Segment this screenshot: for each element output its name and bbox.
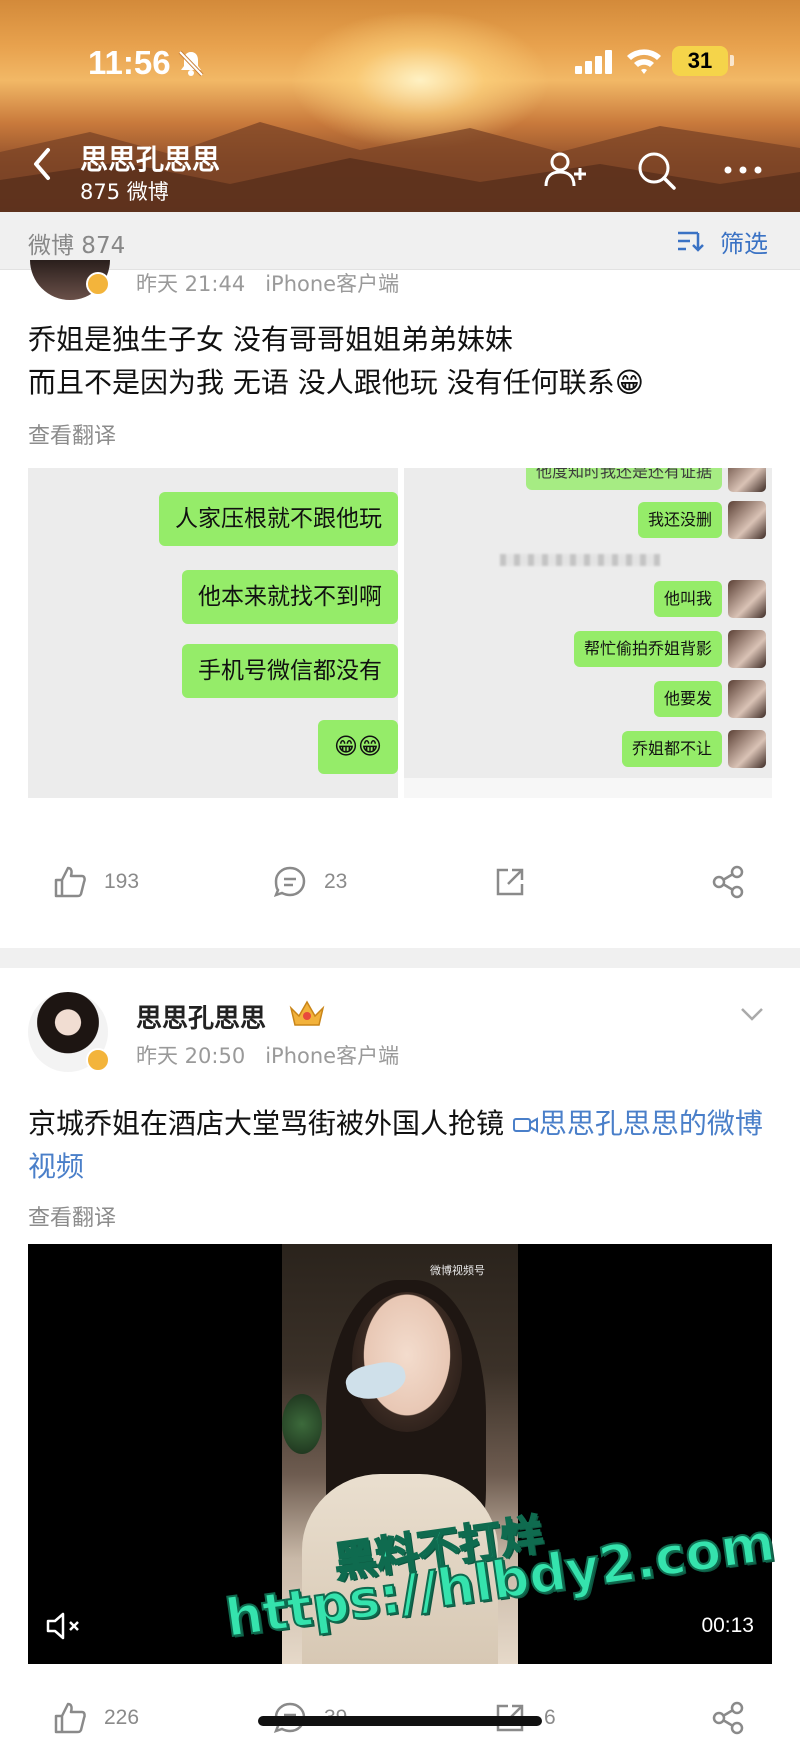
chat-bubble: 他度知时我还是还有证据 [525, 468, 722, 490]
comment-count: 23 [324, 870, 348, 893]
post-meta: 昨天 20:50 iPhone客户端 [136, 1044, 400, 1068]
weibo-post: 昨天 21:44 iPhone客户端 乔姐是独生子女 没有哥哥姐姐弟弟妹妹 而且… [0, 260, 800, 948]
chat-bubble: 😁😁 [318, 720, 398, 774]
video-duration: 00:13 [701, 1614, 754, 1637]
thumbs-up-icon [54, 866, 86, 898]
post-text: 京城乔姐在酒店大堂骂街被外国人抢镜 思思孔思思的微博视频 [28, 1102, 778, 1188]
battery-indicator: 31 [672, 46, 728, 76]
chat-avatar [728, 630, 766, 668]
like-button[interactable]: 193 [52, 854, 139, 910]
post-count: 875 微博 [80, 180, 169, 204]
wifi-icon [627, 49, 661, 74]
chat-bubble: 乔姐都不让 [621, 731, 722, 767]
thumbs-up-icon [54, 1702, 86, 1734]
profile-header: 11:56 31 思思孔思思 875 微博 [0, 0, 800, 212]
crown-badge-icon [289, 1000, 325, 1026]
mute-icon[interactable] [44, 1610, 84, 1642]
chat-bubble: 他要发 [653, 681, 722, 717]
chat-bubble: 手机号微信都没有 [182, 644, 398, 698]
verified-badge-icon [86, 272, 110, 296]
blurred-text [500, 554, 660, 566]
comment-icon [273, 866, 306, 898]
chat-avatar [728, 501, 766, 539]
post-text-line-1: 乔姐是独生子女 没有哥哥姐姐弟弟妹妹 [28, 323, 513, 356]
weibo-count-label: 微博 874 [28, 233, 126, 259]
chat-screenshot-left[interactable]: 人家压根就不跟他玩 他本来就找不到啊 手机号微信都没有 😁😁 [28, 468, 398, 798]
chat-bubble: 人家压根就不跟他玩 [159, 492, 398, 546]
repost-count: 6 [544, 1706, 556, 1729]
home-indicator[interactable] [258, 1716, 542, 1726]
filter-label: 筛选 [720, 229, 768, 258]
chat-screenshot-right[interactable]: 他度知时我还是还有证据 我还没删 他叫我 帮忙偷拍乔姐背影 他要发 乔姐都不让 [404, 468, 772, 798]
chat-avatar [728, 680, 766, 718]
like-count: 226 [104, 1706, 140, 1729]
like-count: 193 [104, 870, 140, 893]
post-text-main: 京城乔姐在酒店大堂骂街被外国人抢镜 [28, 1107, 513, 1140]
status-bar: 11:56 31 [0, 38, 800, 88]
share-button[interactable] [710, 854, 746, 910]
cellular-signal-icon [575, 50, 612, 74]
filter-button[interactable]: 筛选 [676, 224, 768, 258]
chat-bubble: 他本来就找不到啊 [182, 570, 398, 624]
author-name[interactable]: 思思孔思思 [136, 998, 266, 1035]
plant-decor [282, 1394, 322, 1454]
chat-bubble: 他叫我 [653, 581, 722, 617]
video-source-watermark: 微博视频号 [430, 1264, 485, 1277]
filter-icon [678, 231, 704, 252]
chat-input-bar [404, 778, 772, 798]
post-divider [0, 948, 800, 968]
follow-user-icon[interactable] [540, 148, 590, 192]
status-time: 11:56 [88, 44, 171, 81]
mute-bell-icon [178, 50, 204, 77]
post-action-bar: 193 23 [0, 854, 800, 910]
battery-tip [730, 55, 734, 66]
chevron-down-icon[interactable] [738, 1004, 766, 1024]
video-camera-icon [512, 1117, 538, 1133]
feed-tab-bar: 微博 874 筛选 [0, 212, 800, 270]
nav-bar: 思思孔思思 875 微博 [0, 130, 800, 210]
translate-link[interactable]: 查看翻译 [28, 1200, 116, 1232]
video-subject-face [352, 1292, 462, 1432]
repost-icon [496, 868, 524, 896]
comment-button[interactable]: 23 [272, 854, 347, 910]
post-text: 乔姐是独生子女 没有哥哥姐姐弟弟妹妹 而且不是因为我 无语 没人跟他玩 没有任何… [28, 318, 778, 404]
chat-avatar [728, 730, 766, 768]
repost-button[interactable] [492, 854, 528, 910]
chat-bubble: 帮忙偷拍乔姐背影 [573, 631, 722, 667]
chat-avatar [728, 468, 766, 492]
search-icon[interactable] [632, 148, 682, 192]
profile-name: 思思孔思思 [80, 143, 221, 176]
post-meta: 昨天 21:44 iPhone客户端 [136, 272, 400, 296]
chat-bubble: 我还没删 [637, 502, 722, 538]
post-text-line-2: 而且不是因为我 无语 没人跟他玩 没有任何联系😁 [28, 366, 644, 399]
translate-link[interactable]: 查看翻译 [28, 418, 116, 450]
more-options-icon[interactable] [718, 148, 768, 192]
like-button[interactable]: 226 [52, 1690, 139, 1741]
back-arrow-icon[interactable] [28, 144, 58, 184]
share-button[interactable] [710, 1690, 746, 1741]
share-icon [712, 865, 744, 899]
share-icon [712, 1701, 744, 1735]
chat-avatar [728, 580, 766, 618]
verified-badge-icon [86, 1048, 110, 1072]
